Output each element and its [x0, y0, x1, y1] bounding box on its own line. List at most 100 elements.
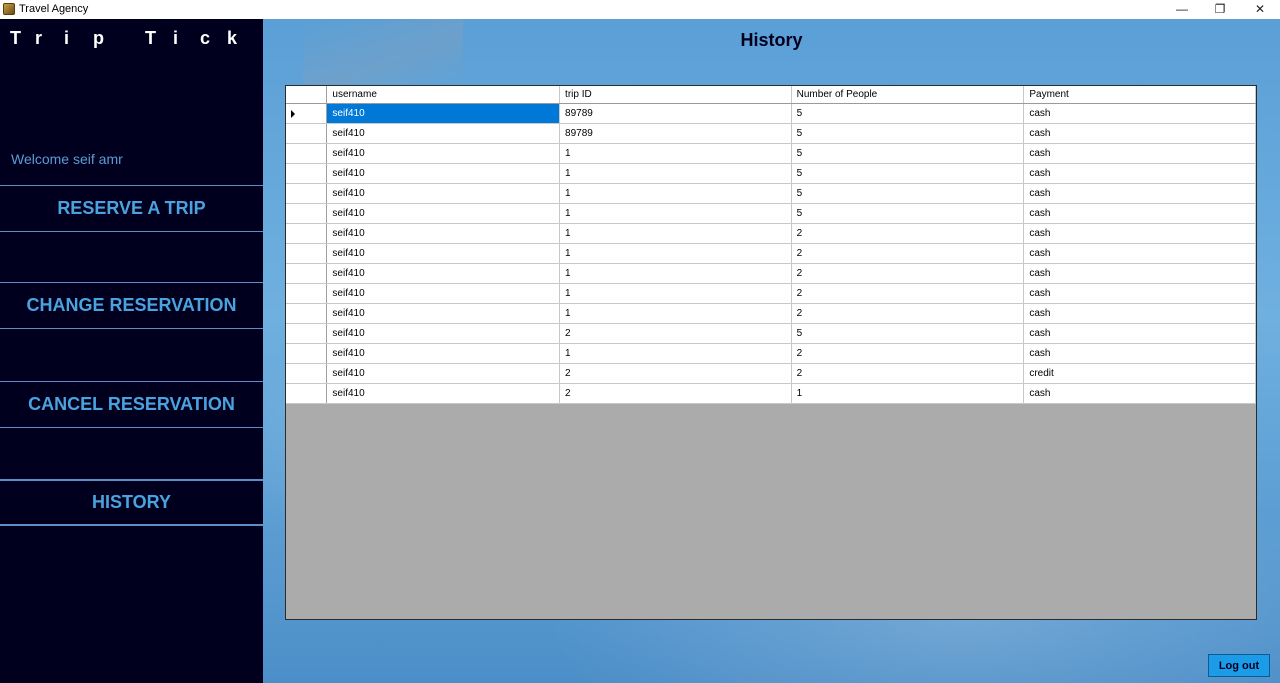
cell-trip-id[interactable]: 89789 — [559, 123, 792, 144]
table-row[interactable]: seif410 2 2 credit — [286, 363, 1256, 384]
row-header-corner[interactable] — [286, 86, 328, 104]
cell-username[interactable]: seif410 — [326, 343, 561, 364]
cell-trip-id[interactable]: 2 — [559, 363, 792, 384]
cell-number-of-people[interactable]: 2 — [791, 343, 1025, 364]
row-header[interactable] — [286, 223, 328, 244]
row-header[interactable] — [286, 103, 328, 124]
cell-payment[interactable]: cash — [1023, 303, 1256, 324]
column-header-number-of-people[interactable]: Number of People — [791, 86, 1025, 104]
cell-number-of-people[interactable]: 2 — [791, 283, 1025, 304]
cell-username[interactable]: seif410 — [326, 223, 561, 244]
cell-trip-id[interactable]: 89789 — [559, 103, 792, 124]
column-header-username[interactable]: username — [326, 86, 561, 104]
cell-username[interactable]: seif410 — [326, 203, 561, 224]
table-row[interactable]: seif410 1 2 cash — [286, 303, 1256, 324]
cell-trip-id[interactable]: 1 — [559, 143, 792, 164]
cell-trip-id[interactable]: 1 — [559, 263, 792, 284]
table-row[interactable]: seif410 1 5 cash — [286, 143, 1256, 164]
table-row[interactable]: seif410 1 2 cash — [286, 343, 1256, 364]
table-row[interactable]: seif410 1 2 cash — [286, 243, 1256, 264]
table-row[interactable]: seif410 2 5 cash — [286, 323, 1256, 344]
cell-trip-id[interactable]: 1 — [559, 203, 792, 224]
table-row[interactable]: seif410 1 2 cash — [286, 283, 1256, 304]
nav-change-reservation-button[interactable]: CHANGE RESERVATION — [0, 282, 263, 329]
cell-trip-id[interactable]: 1 — [559, 163, 792, 184]
cell-username[interactable]: seif410 — [326, 363, 561, 384]
row-header[interactable] — [286, 323, 328, 344]
history-data-grid[interactable]: username trip ID Number of People Paymen… — [285, 85, 1257, 620]
cell-payment[interactable]: cash — [1023, 223, 1256, 244]
cell-payment[interactable]: cash — [1023, 163, 1256, 184]
cell-number-of-people[interactable]: 5 — [791, 163, 1025, 184]
cell-trip-id[interactable]: 1 — [559, 343, 792, 364]
table-row[interactable]: seif410 1 2 cash — [286, 223, 1256, 244]
cell-username[interactable]: seif410 — [326, 323, 561, 344]
cell-number-of-people[interactable]: 5 — [791, 183, 1025, 204]
cell-payment[interactable]: cash — [1023, 123, 1256, 144]
cell-trip-id[interactable]: 1 — [559, 223, 792, 244]
cell-payment[interactable]: cash — [1023, 143, 1256, 164]
cell-payment[interactable]: cash — [1023, 343, 1256, 364]
cell-payment[interactable]: cash — [1023, 203, 1256, 224]
cell-payment[interactable]: cash — [1023, 243, 1256, 264]
cell-number-of-people[interactable]: 5 — [791, 143, 1025, 164]
cell-payment[interactable]: cash — [1023, 383, 1256, 404]
row-header[interactable] — [286, 163, 328, 184]
cell-payment[interactable]: cash — [1023, 283, 1256, 304]
column-header-payment[interactable]: Payment — [1023, 86, 1256, 104]
cell-username[interactable]: seif410 — [326, 183, 561, 204]
cell-number-of-people[interactable]: 5 — [791, 203, 1025, 224]
cell-username[interactable]: seif410 — [326, 103, 561, 124]
cell-username[interactable]: seif410 — [326, 283, 561, 304]
row-header[interactable] — [286, 283, 328, 304]
cell-number-of-people[interactable]: 5 — [791, 323, 1025, 344]
cell-number-of-people[interactable]: 1 — [791, 383, 1025, 404]
cell-username[interactable]: seif410 — [326, 123, 561, 144]
cell-trip-id[interactable]: 1 — [559, 183, 792, 204]
cell-trip-id[interactable]: 1 — [559, 243, 792, 264]
cell-payment[interactable]: cash — [1023, 323, 1256, 344]
cell-username[interactable]: seif410 — [326, 243, 561, 264]
cell-username[interactable]: seif410 — [326, 383, 561, 404]
row-header[interactable] — [286, 143, 328, 164]
column-header-trip-id[interactable]: trip ID — [559, 86, 792, 104]
cell-payment[interactable]: cash — [1023, 103, 1256, 124]
cell-number-of-people[interactable]: 5 — [791, 103, 1025, 124]
cell-number-of-people[interactable]: 2 — [791, 303, 1025, 324]
cell-username[interactable]: seif410 — [326, 143, 561, 164]
table-row[interactable]: seif410 1 5 cash — [286, 203, 1256, 224]
table-row[interactable]: seif410 1 2 cash — [286, 263, 1256, 284]
row-header[interactable] — [286, 203, 328, 224]
cell-number-of-people[interactable]: 2 — [791, 363, 1025, 384]
cell-trip-id[interactable]: 1 — [559, 283, 792, 304]
cell-username[interactable]: seif410 — [326, 263, 561, 284]
cell-payment[interactable]: credit — [1023, 363, 1256, 384]
table-row[interactable]: seif410 1 5 cash — [286, 163, 1256, 184]
cell-trip-id[interactable]: 1 — [559, 303, 792, 324]
cell-payment[interactable]: cash — [1023, 263, 1256, 284]
table-row[interactable]: seif410 2 1 cash — [286, 383, 1256, 404]
cell-payment[interactable]: cash — [1023, 183, 1256, 204]
cell-trip-id[interactable]: 2 — [559, 323, 792, 344]
row-header[interactable] — [286, 383, 328, 404]
cell-trip-id[interactable]: 2 — [559, 383, 792, 404]
cell-number-of-people[interactable]: 2 — [791, 243, 1025, 264]
row-header[interactable] — [286, 263, 328, 284]
row-header[interactable] — [286, 363, 328, 384]
row-header[interactable] — [286, 243, 328, 264]
table-row[interactable]: seif410 89789 5 cash — [286, 103, 1256, 124]
table-row[interactable]: seif410 1 5 cash — [286, 183, 1256, 204]
nav-reserve-trip-button[interactable]: RESERVE A TRIP — [0, 185, 263, 232]
logout-button[interactable]: Log out — [1208, 654, 1270, 677]
cell-number-of-people[interactable]: 5 — [791, 123, 1025, 144]
row-header[interactable] — [286, 343, 328, 364]
row-header[interactable] — [286, 123, 328, 144]
cell-number-of-people[interactable]: 2 — [791, 263, 1025, 284]
nav-cancel-reservation-button[interactable]: CANCEL RESERVATION — [0, 381, 263, 428]
close-button[interactable]: ✕ — [1240, 0, 1280, 19]
row-header[interactable] — [286, 303, 328, 324]
nav-history-button[interactable]: HISTORY — [0, 479, 263, 526]
restore-button[interactable]: ❐ — [1200, 0, 1240, 19]
cell-username[interactable]: seif410 — [326, 163, 561, 184]
minimize-button[interactable]: — — [1162, 0, 1202, 19]
